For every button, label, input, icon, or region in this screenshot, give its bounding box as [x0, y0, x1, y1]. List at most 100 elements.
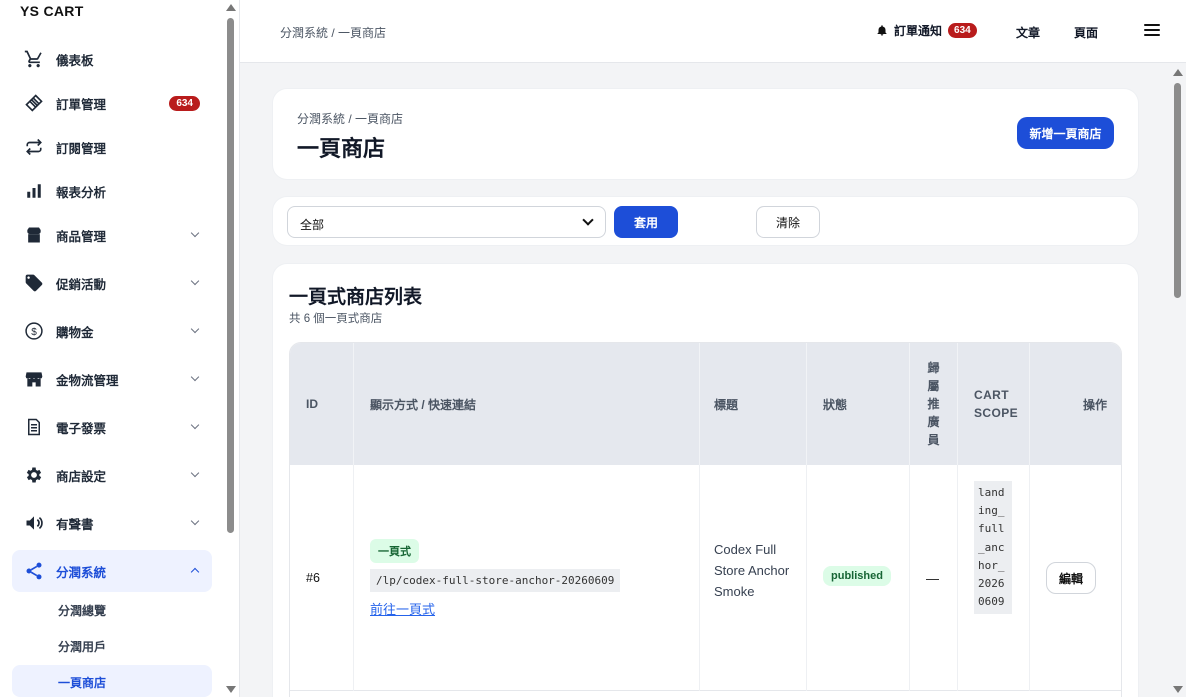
sidebar-item-subscriptions[interactable]: 訂閱管理 — [12, 126, 212, 168]
cart-scope-header-text: CART SCOPE — [974, 388, 1019, 420]
main-scrollbar[interactable] — [1170, 63, 1186, 697]
cell-actions: 編輯 — [1030, 465, 1121, 691]
scroll-up-arrow-icon[interactable] — [1173, 69, 1183, 76]
sidebar-item-store-settings[interactable]: 商店設定 — [12, 454, 212, 496]
sidebar-item-label: 商品管理 — [56, 229, 107, 244]
orders-count-badge: 634 — [169, 95, 200, 111]
sidebar-item-reports[interactable]: 報表分析 — [12, 170, 212, 212]
store-path: /lp/codex-full-store-anchor-20260609 — [370, 569, 621, 592]
nav-link-pages[interactable]: 頁面 — [1074, 24, 1098, 41]
notification-count-badge: 634 — [948, 23, 977, 38]
sidebar-subitem-landing-stores[interactable]: 一頁商店 — [12, 665, 212, 697]
store-icon — [24, 225, 44, 245]
type-badge: 一頁式 — [370, 539, 419, 563]
sidebar-subitem-affiliate-users[interactable]: 分潤用戶 — [12, 629, 212, 661]
chevron-up-icon — [190, 567, 200, 577]
sidebar-subitem-affiliate-overview[interactable]: 分潤總覽 — [12, 593, 212, 625]
sidebar-item-label: 有聲書 — [56, 517, 94, 532]
sidebar-item-products[interactable]: 商品管理 — [12, 214, 212, 256]
sidebar-item-orders[interactable]: 訂單管理 634 — [12, 82, 212, 124]
share-icon — [24, 561, 44, 581]
add-landing-store-button[interactable]: 新增一頁商店 — [1017, 117, 1114, 149]
landing-store-list-card: 一頁式商店列表 共 6 個一頁式商店 ID 顯示方式 / 快速連結 標題 狀態 … — [273, 264, 1138, 697]
sidebar-item-audiobooks[interactable]: 有聲書 — [12, 502, 212, 544]
sidebar-item-label: 促銷活動 — [56, 277, 107, 292]
invoice-icon — [24, 417, 44, 437]
cell-id: #6 — [290, 465, 354, 691]
sidebar-item-label: 報表分析 — [56, 185, 107, 200]
chevron-down-icon — [190, 420, 200, 430]
cell-promoter: — — [910, 465, 958, 691]
sidebar-item-label: 商店設定 — [56, 469, 107, 484]
sidebar-item-e-invoice[interactable]: 電子發票 — [12, 406, 212, 448]
gear-icon — [24, 465, 44, 485]
list-title: 一頁式商店列表 — [289, 287, 423, 308]
apply-filter-button[interactable]: 套用 — [614, 206, 678, 238]
speaker-icon — [24, 513, 44, 533]
sidebar-item-label: 分潤系統 — [56, 565, 107, 580]
select-value: 全部 — [300, 218, 325, 232]
sidebar-item-credits[interactable]: $ 購物金 — [12, 310, 212, 352]
column-header-status: 狀態 — [807, 343, 910, 465]
sidebar-item-label: 儀表板 — [56, 53, 94, 68]
cell-title: Codex Full Store Anchor Smoke — [700, 465, 807, 691]
store-title: Codex Full Store Anchor Smoke — [714, 542, 790, 599]
sidebar-item-label: 訂單管理 — [56, 97, 107, 112]
scrollbar-thumb[interactable] — [227, 18, 234, 533]
scrollbar-thumb[interactable] — [1174, 83, 1181, 298]
table-row: #6 一頁式 /lp/codex-full-store-anchor-20260… — [290, 465, 1121, 691]
chevron-down-icon — [582, 214, 594, 226]
sidebar-item-dashboard[interactable]: 儀表板 — [12, 38, 212, 80]
edit-button[interactable]: 編輯 — [1046, 562, 1096, 594]
topbar: 分潤系統 / 一頁商店 訂單通知 634 文章 頁面 — [240, 0, 1186, 63]
bell-icon — [877, 25, 887, 36]
column-header-promoter: 歸屬推廣員 — [910, 343, 958, 465]
sidebar-subitem-label: 分潤總覽 — [58, 604, 107, 618]
sidebar-item-promotions[interactable]: 促銷活動 — [12, 262, 212, 304]
status-filter-select[interactable]: 全部 — [287, 206, 606, 238]
column-header-title: 標題 — [700, 343, 807, 465]
sidebar-item-label: 金物流管理 — [56, 373, 119, 388]
filter-bar: 全部 套用 清除 — [273, 197, 1138, 245]
sidebar: YS CART 儀表板 訂單管理 634 訂閱管理 報表分析 商品管理 促銷活動… — [0, 0, 240, 697]
cell-status: published — [807, 465, 910, 691]
sidebar-item-affiliate[interactable]: 分潤系統 — [12, 550, 212, 592]
page-header-card: 分潤系統 / 一頁商店 一頁商店 新增一頁商店 — [273, 89, 1138, 179]
tag-icon — [24, 273, 44, 293]
column-header-display: 顯示方式 / 快速連結 — [354, 343, 700, 465]
scroll-down-arrow-icon[interactable] — [226, 686, 236, 693]
column-header-cart-scope: CART SCOPE — [958, 343, 1030, 465]
bar-chart-icon — [24, 181, 44, 201]
table-header: ID 顯示方式 / 快速連結 標題 狀態 歸屬推廣員 CART SCOPE 操作 — [290, 343, 1121, 465]
sidebar-subitem-label: 一頁商店 — [58, 676, 107, 690]
sidebar-item-label: 電子發票 — [56, 421, 107, 436]
chevron-down-icon — [190, 324, 200, 334]
scroll-up-arrow-icon[interactable] — [226, 4, 236, 11]
scroll-down-arrow-icon[interactable] — [1173, 686, 1183, 693]
hamburger-menu-icon[interactable] — [1144, 24, 1160, 36]
svg-text:$: $ — [31, 327, 37, 338]
chevron-down-icon — [190, 516, 200, 526]
sidebar-scrollbar[interactable] — [223, 0, 239, 697]
order-notification-button[interactable]: 訂單通知 634 — [876, 22, 977, 39]
nav-link-articles[interactable]: 文章 — [1016, 24, 1040, 41]
clear-filter-button[interactable]: 清除 — [756, 206, 820, 238]
sidebar-item-label: 訂閱管理 — [56, 141, 107, 156]
open-landing-page-link[interactable]: 前往一頁式 — [370, 599, 435, 618]
cell-display: 一頁式 /lp/codex-full-store-anchor-20260609… — [354, 465, 700, 691]
row-id: #6 — [306, 571, 320, 585]
promoter-value: — — [926, 571, 939, 586]
chevron-down-icon — [190, 228, 200, 238]
status-badge: published — [823, 566, 891, 586]
chevron-down-icon — [190, 468, 200, 478]
storefront-icon — [24, 369, 44, 389]
cart-scope-value: landing_full_anchor_20260609 — [974, 481, 1012, 615]
dollar-circle-icon: $ — [24, 321, 44, 341]
column-header-id: ID — [290, 343, 354, 465]
promoter-header-text: 歸屬推廣員 — [927, 361, 940, 447]
receipt-icon — [24, 93, 44, 113]
sidebar-item-payment-logistics[interactable]: 金物流管理 — [12, 358, 212, 400]
chevron-down-icon — [190, 276, 200, 286]
landing-store-table: ID 顯示方式 / 快速連結 標題 狀態 歸屬推廣員 CART SCOPE 操作… — [289, 342, 1122, 697]
notification-label: 訂單通知 — [894, 24, 943, 38]
